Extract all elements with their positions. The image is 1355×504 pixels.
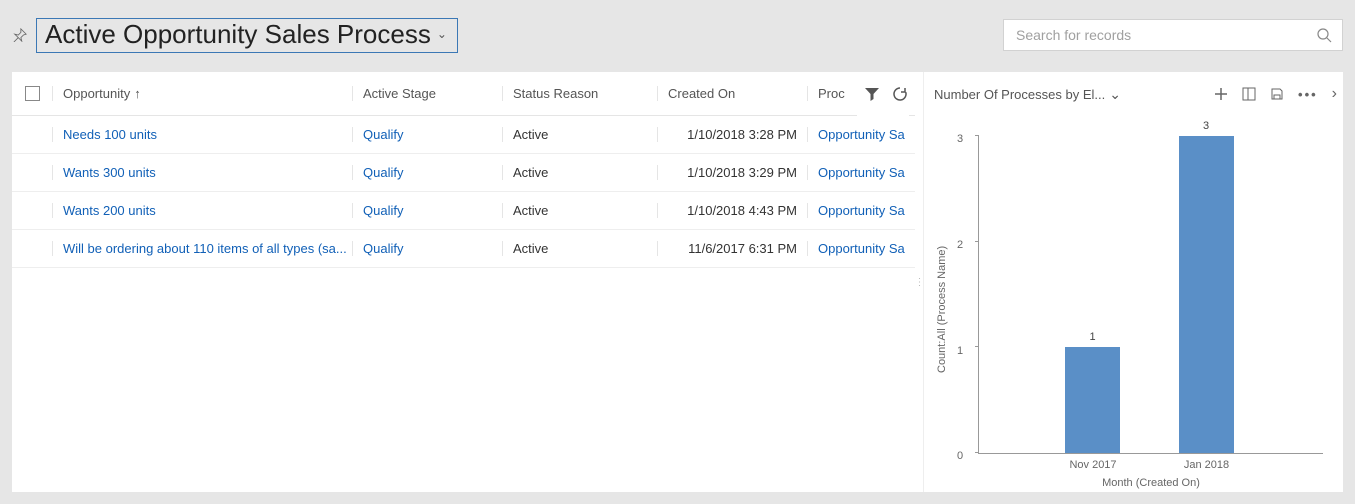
view-selector[interactable]: Active Opportunity Sales Process ⌄ <box>36 18 458 53</box>
stage-link[interactable]: Qualify <box>363 165 403 180</box>
table-row[interactable]: Wants 200 units Qualify Active 1/10/2018… <box>12 192 915 230</box>
column-header-status-reason[interactable]: Status Reason <box>502 86 657 101</box>
refresh-icon[interactable] <box>891 85 909 103</box>
status-text: Active <box>513 241 548 256</box>
opportunity-link[interactable]: Wants 300 units <box>63 165 156 180</box>
grid-header-row: Opportunity ↑ Active Stage Status Reason… <box>12 72 915 116</box>
bar-value-label: 1 <box>1065 331 1120 343</box>
chart-selector[interactable]: Number Of Processes by El... ⌄ <box>934 86 1121 103</box>
chart-body: Count:All (Process Name) 0 1 2 3 1 3 <box>924 116 1343 492</box>
y-tick: 1 <box>957 345 963 357</box>
table-row[interactable]: Wants 300 units Qualify Active 1/10/2018… <box>12 154 915 192</box>
search-box <box>1003 19 1343 51</box>
chart-pane: Number Of Processes by El... ⌄ ••• › Cou… <box>923 72 1343 492</box>
process-link[interactable]: Opportunity Sa <box>818 241 905 256</box>
x-tick: Nov 2017 <box>1053 459 1133 471</box>
y-axis-label: Count:All (Process Name) <box>934 136 950 482</box>
status-text: Active <box>513 165 548 180</box>
search-input[interactable] <box>1014 26 1314 44</box>
created-text: 1/10/2018 3:29 PM <box>687 165 797 180</box>
stage-link[interactable]: Qualify <box>363 203 403 218</box>
created-text: 11/6/2017 6:31 PM <box>688 241 797 256</box>
chart-bar[interactable]: 3 <box>1179 136 1234 453</box>
chart-bar[interactable]: 1 <box>1065 347 1120 453</box>
column-label: Opportunity <box>63 86 130 101</box>
x-axis-label: Month (Created On) <box>979 477 1323 489</box>
page-header: Active Opportunity Sales Process ⌄ <box>0 0 1355 72</box>
x-tick: Jan 2018 <box>1167 459 1247 471</box>
opportunity-link[interactable]: Will be ordering about 110 items of all … <box>63 241 347 256</box>
status-text: Active <box>513 203 548 218</box>
table-row[interactable]: Needs 100 units Qualify Active 1/10/2018… <box>12 116 915 154</box>
sort-ascending-icon: ↑ <box>134 86 141 101</box>
add-chart-icon[interactable] <box>1214 87 1228 101</box>
y-tick: 2 <box>957 239 963 251</box>
collapse-chart-icon[interactable]: › <box>1332 85 1337 103</box>
column-label: Created On <box>668 86 735 101</box>
pane-splitter[interactable]: ⋮ <box>915 72 923 492</box>
column-label: Active Stage <box>363 86 436 101</box>
chart-actions: ••• › <box>1214 85 1337 103</box>
chevron-down-icon: ⌄ <box>437 27 447 41</box>
chart-plot-area[interactable]: 0 1 2 3 1 3 Nov 2017 Jan 2018 Month (Cr <box>978 136 1323 454</box>
y-tick: 0 <box>957 450 963 462</box>
content-area: Opportunity ↑ Active Stage Status Reason… <box>12 72 1343 492</box>
chevron-down-icon: ⌄ <box>1109 86 1121 103</box>
process-link[interactable]: Opportunity Sa <box>818 203 905 218</box>
search-button[interactable] <box>1314 25 1334 45</box>
more-icon[interactable]: ••• <box>1298 87 1318 102</box>
chart-title: Number Of Processes by El... <box>934 87 1105 102</box>
process-link[interactable]: Opportunity Sa <box>818 127 905 142</box>
column-label: Status Reason <box>513 86 598 101</box>
chart-header: Number Of Processes by El... ⌄ ••• › <box>924 72 1343 116</box>
stage-link[interactable]: Qualify <box>363 127 403 142</box>
select-all-checkbox[interactable] <box>12 86 52 101</box>
y-tick: 3 <box>957 133 963 145</box>
opportunity-link[interactable]: Needs 100 units <box>63 127 157 142</box>
records-grid: Opportunity ↑ Active Stage Status Reason… <box>12 72 915 492</box>
process-link[interactable]: Opportunity Sa <box>818 165 905 180</box>
column-header-active-stage[interactable]: Active Stage <box>352 86 502 101</box>
grid-header-tools <box>857 72 909 116</box>
filter-icon[interactable] <box>863 85 881 103</box>
created-text: 1/10/2018 3:28 PM <box>687 127 797 142</box>
bar-value-label: 3 <box>1179 120 1234 132</box>
stage-link[interactable]: Qualify <box>363 241 403 256</box>
column-header-opportunity[interactable]: Opportunity ↑ <box>52 86 352 101</box>
created-text: 1/10/2018 4:43 PM <box>687 203 797 218</box>
expand-chart-icon[interactable] <box>1242 87 1256 101</box>
table-row[interactable]: Will be ordering about 110 items of all … <box>12 230 915 268</box>
view-title: Active Opportunity Sales Process <box>45 19 431 50</box>
column-header-created-on[interactable]: Created On <box>657 86 807 101</box>
column-label: Proc <box>818 86 845 101</box>
status-text: Active <box>513 127 548 142</box>
save-chart-icon[interactable] <box>1270 87 1284 101</box>
pin-icon[interactable] <box>12 27 28 43</box>
opportunity-link[interactable]: Wants 200 units <box>63 203 156 218</box>
